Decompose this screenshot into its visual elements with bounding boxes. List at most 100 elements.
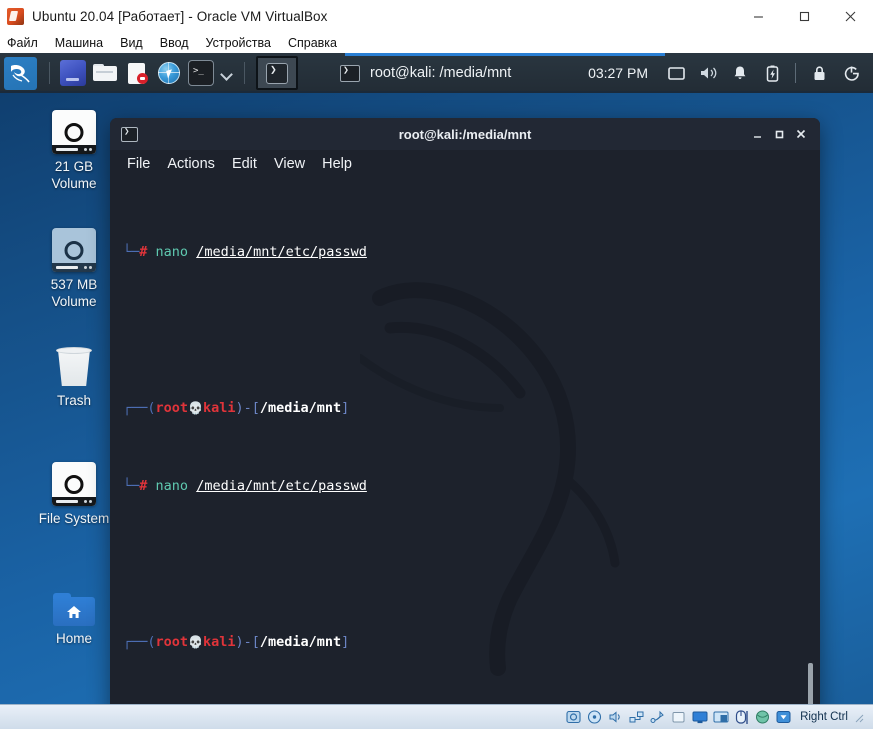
prompt-close: ] bbox=[341, 400, 349, 416]
prompt-host: kali bbox=[203, 400, 236, 416]
host-window-title: Ubuntu 20.04 [Работает] - Oracle VM Virt… bbox=[32, 9, 328, 24]
tray-separator bbox=[795, 63, 796, 83]
prompt-host: kali bbox=[203, 634, 236, 650]
host-menu-machine[interactable]: Машина bbox=[55, 36, 103, 50]
terminal-menu-edit[interactable]: Edit bbox=[232, 156, 257, 172]
document-badge-mark bbox=[140, 77, 145, 80]
terminal-window-title: root@kali:/media/mnt bbox=[110, 127, 820, 142]
notification-bell-icon[interactable] bbox=[728, 61, 752, 85]
prompt-corner-top: ┌──( bbox=[123, 634, 156, 650]
scrollbar-thumb[interactable] bbox=[808, 663, 813, 704]
terminal-icon bbox=[121, 127, 138, 142]
guest-additions-icon[interactable] bbox=[754, 710, 771, 725]
command-argument-path: /media/mnt/etc/passwd bbox=[196, 244, 367, 260]
kali-dragon-logo-icon[interactable] bbox=[4, 57, 37, 90]
terminal-close-button[interactable] bbox=[790, 118, 812, 150]
trash-body bbox=[58, 350, 90, 386]
drive-led-2 bbox=[89, 148, 92, 151]
host-menu-help[interactable]: Справка bbox=[288, 36, 337, 50]
terminal-blank-line bbox=[123, 555, 820, 575]
drive-led-1 bbox=[84, 148, 87, 151]
volume-icon[interactable] bbox=[696, 61, 720, 85]
virtualbox-status-bar: Right Ctrl bbox=[0, 704, 873, 729]
house-glyph bbox=[66, 605, 82, 619]
shared-folders-icon[interactable] bbox=[670, 710, 687, 725]
lock-icon[interactable] bbox=[807, 61, 831, 85]
terminal-output-area[interactable]: └─# nano /media/mnt/etc/passwd ┌──(root💀… bbox=[110, 178, 820, 704]
optical-drive-icon[interactable] bbox=[586, 710, 603, 725]
host-key-label: Right Ctrl bbox=[800, 711, 848, 723]
virtualbox-window: Ubuntu 20.04 [Работает] - Oracle VM Virt… bbox=[0, 0, 873, 729]
guest-screen: >_ root@kali: /media/mnt 03:27 PM bbox=[0, 53, 873, 704]
mouse-integration-icon[interactable] bbox=[733, 710, 750, 725]
desktop-icon-label: Trash bbox=[57, 393, 91, 410]
resize-grip[interactable] bbox=[853, 711, 865, 723]
prompt-user: root bbox=[156, 634, 189, 650]
prompt-corner-bottom: └─ bbox=[123, 478, 139, 494]
launcher-blue-app[interactable] bbox=[60, 60, 86, 86]
system-tray: 03:27 PM bbox=[588, 53, 867, 93]
command-name: nano bbox=[156, 478, 189, 494]
drive-icon bbox=[52, 462, 96, 506]
desktop-icon-label: File System bbox=[39, 511, 110, 528]
launcher-terminal[interactable]: >_ bbox=[188, 60, 214, 86]
prompt-cwd: /media/mnt bbox=[260, 634, 341, 650]
drive-slot bbox=[56, 148, 78, 151]
terminal-scrollbar[interactable] bbox=[805, 178, 816, 704]
panel-separator-1 bbox=[49, 62, 50, 84]
terminal-menu-view[interactable]: View bbox=[274, 156, 305, 172]
drive-ring bbox=[65, 123, 84, 142]
hard-disk-icon[interactable] bbox=[565, 710, 582, 725]
drive-ring bbox=[65, 475, 84, 494]
host-window-controls bbox=[735, 0, 873, 33]
launcher-document[interactable] bbox=[124, 60, 150, 86]
host-menu-view[interactable]: Вид bbox=[120, 36, 143, 50]
window-button-terminal[interactable] bbox=[256, 56, 298, 90]
command-argument-path: /media/mnt/etc/passwd bbox=[196, 478, 367, 494]
terminal-minimize-button[interactable] bbox=[746, 118, 768, 150]
drive-led-1 bbox=[84, 266, 87, 269]
recording-icon[interactable] bbox=[712, 710, 729, 725]
trash-icon bbox=[53, 344, 95, 388]
terminal-maximize-button[interactable] bbox=[768, 118, 790, 150]
terminal-menu-actions[interactable]: Actions bbox=[167, 156, 215, 172]
battery-icon[interactable] bbox=[760, 61, 784, 85]
desktop-icon-label: 537 MB Volume bbox=[51, 277, 98, 311]
prompt-user: root bbox=[156, 400, 189, 416]
drive-led-1 bbox=[84, 500, 87, 503]
terminal-menu-help[interactable]: Help bbox=[322, 156, 352, 172]
prompt-close: ] bbox=[341, 634, 349, 650]
host-key-icon[interactable] bbox=[775, 710, 792, 725]
usb-icon[interactable] bbox=[649, 710, 666, 725]
taskbar-task-label: root@kali: /media/mnt bbox=[370, 65, 511, 81]
skull-icon: 💀 bbox=[188, 635, 203, 649]
host-menu-devices[interactable]: Устройства bbox=[206, 36, 271, 50]
host-close-button[interactable] bbox=[827, 0, 873, 33]
host-menu-input[interactable]: Ввод bbox=[160, 36, 189, 50]
launcher-browser[interactable] bbox=[156, 60, 182, 86]
host-menu-file[interactable]: Файл bbox=[7, 36, 38, 50]
launcher-more-chevron-down-icon[interactable] bbox=[219, 60, 235, 86]
logout-icon[interactable] bbox=[839, 61, 863, 85]
terminal-blank-line bbox=[123, 321, 820, 341]
network-icon[interactable] bbox=[628, 710, 645, 725]
drive-icon bbox=[52, 110, 96, 154]
audio-icon[interactable] bbox=[607, 710, 624, 725]
host-minimize-button[interactable] bbox=[735, 0, 781, 33]
folder-icon bbox=[93, 66, 117, 81]
terminal-icon bbox=[266, 63, 288, 84]
taskbar-active-task[interactable]: root@kali: /media/mnt bbox=[340, 53, 511, 93]
terminal-line: └─# nano /media/mnt/etc/passwd bbox=[123, 477, 820, 497]
command-name: nano bbox=[156, 244, 189, 260]
display-icon[interactable] bbox=[691, 710, 708, 725]
clock[interactable]: 03:27 PM bbox=[588, 65, 648, 81]
prompt-hash: # bbox=[139, 244, 147, 260]
terminal-menu-file[interactable]: File bbox=[127, 156, 150, 172]
host-maximize-button[interactable] bbox=[781, 0, 827, 33]
drive-led-2 bbox=[89, 500, 92, 503]
display-icon[interactable] bbox=[664, 61, 688, 85]
prompt-mid: )-[ bbox=[236, 634, 260, 650]
prompt-hash: # bbox=[139, 478, 147, 494]
launcher-file-manager[interactable] bbox=[92, 60, 118, 86]
prompt-mid: )-[ bbox=[236, 400, 260, 416]
